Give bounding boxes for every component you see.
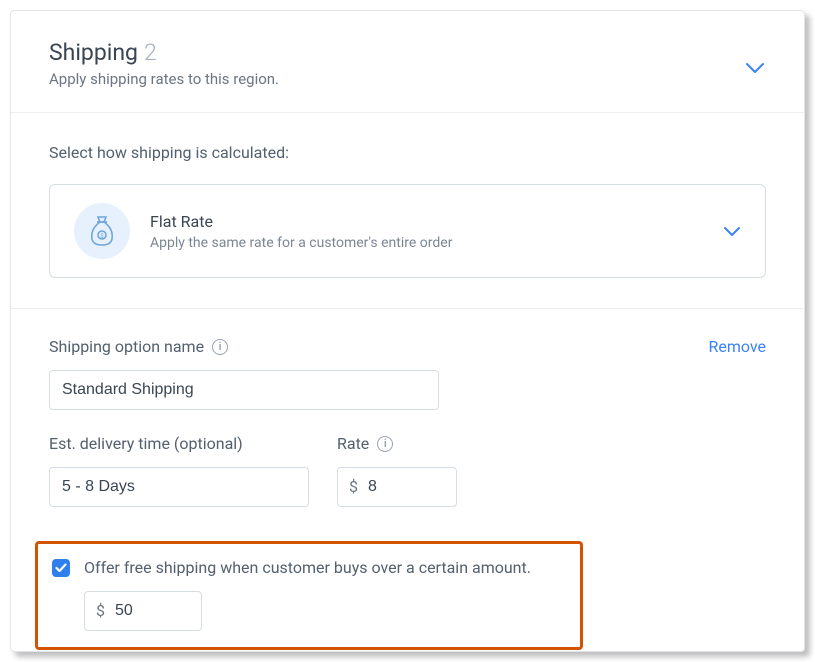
section-subtitle: Apply shipping rates to this region.: [49, 70, 279, 88]
shipping-panel: Shipping 2 Apply shipping rates to this …: [10, 10, 805, 652]
section-title: Shipping: [49, 39, 138, 66]
info-icon[interactable]: i: [377, 436, 393, 452]
section-header: Shipping 2 Apply shipping rates to this …: [11, 11, 804, 113]
check-icon: [55, 558, 67, 577]
delivery-label: Est. delivery time (optional): [49, 434, 309, 453]
free-shipping-checkbox[interactable]: [52, 559, 70, 577]
collapse-toggle[interactable]: [744, 57, 766, 79]
calc-section: Select how shipping is calculated: $ Fla…: [11, 113, 804, 309]
rate-type-desc: Apply the same rate for a customer's ent…: [150, 235, 703, 251]
name-label: Shipping option name: [49, 337, 204, 356]
rate-label-row: Rate i: [337, 434, 457, 453]
shipping-name-input[interactable]: [49, 370, 439, 410]
free-shipping-highlight: Offer free shipping when customer buys o…: [35, 541, 583, 650]
section-step: 2: [144, 39, 157, 66]
delivery-time-input[interactable]: [49, 467, 309, 507]
rate-type-title: Flat Rate: [150, 212, 703, 231]
shipping-option-form: Shipping option name i Remove Est. deliv…: [11, 309, 804, 652]
rate-input[interactable]: [337, 467, 457, 507]
calc-prompt: Select how shipping is calculated:: [49, 143, 766, 162]
free-shipping-label: Offer free shipping when customer buys o…: [84, 558, 531, 577]
name-label-row: Shipping option name i: [49, 337, 228, 356]
chevron-down-icon: [745, 59, 765, 78]
free-shipping-threshold-input[interactable]: [84, 591, 202, 631]
rate-type-dropdown[interactable]: $ Flat Rate Apply the same rate for a cu…: [49, 184, 766, 278]
chevron-down-icon: [723, 222, 741, 241]
rate-label: Rate: [337, 434, 369, 453]
money-bag-icon: $: [74, 203, 130, 259]
info-icon[interactable]: i: [212, 339, 228, 355]
remove-option-link[interactable]: Remove: [708, 337, 766, 356]
